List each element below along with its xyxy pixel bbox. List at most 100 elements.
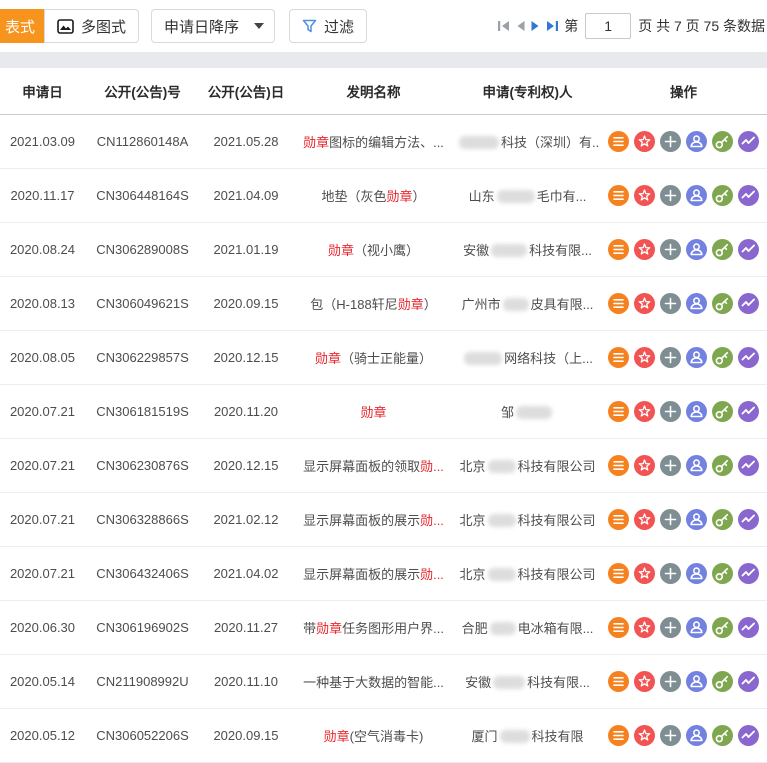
legal-status-button[interactable] (712, 454, 733, 476)
cell-applicant: 广州市 皮具有限... (455, 276, 600, 331)
add-button[interactable] (660, 616, 681, 638)
applicant-button[interactable] (686, 508, 707, 530)
first-page-button[interactable] (495, 20, 513, 32)
add-button[interactable] (660, 454, 681, 476)
legal-status-button[interactable] (712, 616, 733, 638)
applicant-button[interactable] (686, 616, 707, 638)
favorite-button[interactable] (634, 184, 655, 206)
detail-button[interactable] (608, 238, 629, 260)
view-switch-group: 表式 多图式 (0, 9, 140, 43)
favorite-button[interactable] (634, 508, 655, 530)
applicant-button[interactable] (686, 292, 707, 314)
applicant-button[interactable] (686, 238, 707, 260)
legal-status-button[interactable] (712, 508, 733, 530)
add-button[interactable] (660, 238, 681, 260)
legal-status-button[interactable] (712, 346, 733, 368)
favorite-button[interactable] (634, 400, 655, 422)
applicant-button[interactable] (686, 400, 707, 422)
detail-button[interactable] (608, 562, 629, 584)
favorite-button[interactable] (634, 670, 655, 692)
multi-image-view-button[interactable]: 多图式 (44, 9, 140, 43)
table-row: 2020.05.14 CN211908992U 2020.11.10 一种基于大数据的… (0, 654, 767, 709)
detail-button[interactable] (608, 508, 629, 530)
favorite-button[interactable] (634, 562, 655, 584)
favorite-button[interactable] (634, 238, 655, 260)
user-icon (690, 728, 703, 741)
add-button[interactable] (660, 670, 681, 692)
analytics-button[interactable] (738, 238, 759, 260)
applicant-button[interactable] (686, 130, 707, 152)
analytics-button[interactable] (738, 130, 759, 152)
last-page-button[interactable] (543, 20, 561, 32)
analytics-button[interactable] (738, 616, 759, 638)
detail-button[interactable] (608, 292, 629, 314)
cell-application-date: 2020.11.17 (0, 168, 85, 223)
next-page-button[interactable] (528, 20, 543, 32)
analytics-button[interactable] (738, 562, 759, 584)
add-button[interactable] (660, 562, 681, 584)
add-button[interactable] (660, 400, 681, 422)
sort-dropdown[interactable]: 申请日降序 (151, 9, 276, 43)
page-number-input[interactable] (585, 13, 632, 39)
favorite-button[interactable] (634, 616, 655, 638)
add-button[interactable] (660, 130, 681, 152)
analytics-button[interactable] (738, 454, 759, 476)
cell-publication-number: CN306328866S (85, 492, 200, 547)
analytics-button[interactable] (738, 508, 759, 530)
legal-status-button[interactable] (712, 400, 733, 422)
applicant-button[interactable] (686, 184, 707, 206)
list-icon (613, 190, 624, 200)
cell-applicant: 北京 科技有限公司 (455, 438, 600, 493)
legal-status-button[interactable] (712, 292, 733, 314)
legal-status-button[interactable] (712, 562, 733, 584)
detail-button[interactable] (608, 346, 629, 368)
table-view-button[interactable]: 表式 (0, 9, 45, 43)
favorite-button[interactable] (634, 724, 655, 746)
legal-status-button[interactable] (712, 130, 733, 152)
analytics-button[interactable] (738, 670, 759, 692)
add-button[interactable] (660, 184, 681, 206)
add-button[interactable] (660, 346, 681, 368)
add-button[interactable] (660, 508, 681, 530)
cell-publication-date: 2020.11.10 (200, 654, 292, 709)
applicant-button[interactable] (686, 346, 707, 368)
legal-status-button[interactable] (712, 238, 733, 260)
detail-button[interactable] (608, 400, 629, 422)
applicant-button[interactable] (686, 724, 707, 746)
highlighted-keyword: 勋章 (327, 242, 354, 258)
favorite-button[interactable] (634, 130, 655, 152)
detail-button[interactable] (608, 454, 629, 476)
analytics-button[interactable] (738, 292, 759, 314)
analytics-button[interactable] (738, 724, 759, 746)
star-icon (638, 134, 651, 147)
cell-publication-number: CN306448164S (85, 168, 200, 223)
key-icon (715, 351, 729, 364)
key-icon (715, 135, 729, 148)
applicant-button[interactable] (686, 562, 707, 584)
detail-button[interactable] (608, 616, 629, 638)
detail-button[interactable] (608, 184, 629, 206)
legal-status-button[interactable] (712, 184, 733, 206)
applicant-button[interactable] (686, 454, 707, 476)
analytics-button[interactable] (738, 400, 759, 422)
detail-button[interactable] (608, 724, 629, 746)
applicant-button[interactable] (686, 670, 707, 692)
user-icon (690, 404, 703, 417)
legal-status-button[interactable] (712, 670, 733, 692)
add-button[interactable] (660, 724, 681, 746)
filter-button[interactable]: 过滤 (289, 9, 368, 43)
detail-button[interactable] (608, 670, 629, 692)
favorite-button[interactable] (634, 454, 655, 476)
favorite-button[interactable] (634, 292, 655, 314)
prev-page-button[interactable] (513, 20, 528, 32)
detail-button[interactable] (608, 130, 629, 152)
cell-actions (600, 708, 767, 763)
add-button[interactable] (660, 292, 681, 314)
favorite-button[interactable] (634, 346, 655, 368)
legal-status-button[interactable] (712, 724, 733, 746)
cell-publication-date: 2021.04.02 (200, 546, 292, 601)
analytics-button[interactable] (738, 346, 759, 368)
user-icon (690, 242, 703, 255)
analytics-button[interactable] (738, 184, 759, 206)
trend-icon (741, 136, 755, 144)
